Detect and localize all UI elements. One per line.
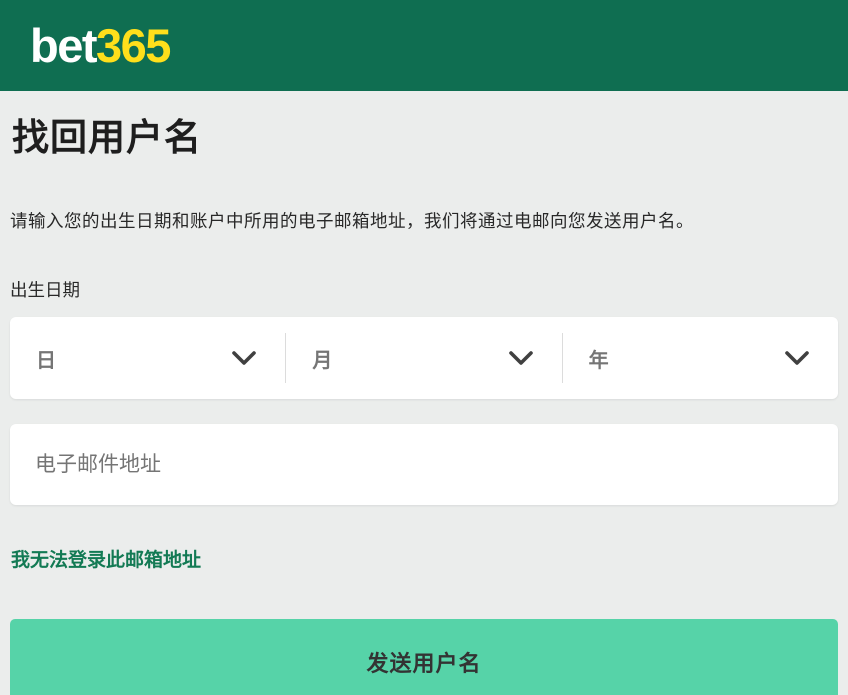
dob-label: 出生日期 [10,277,838,302]
chevron-down-icon [231,350,257,366]
logo-365-text: 365 [96,19,170,72]
cannot-access-email-link[interactable]: 我无法登录此邮箱地址 [11,545,201,572]
instruction-text: 请输入您的出生日期和账户中所用的电子邮箱地址，我们将通过电邮向您发送用户名。 [10,208,838,233]
logo-bet-text: bet [30,19,96,72]
find-username-form: 找回用户名 请输入您的出生日期和账户中所用的电子邮箱地址，我们将通过电邮向您发送… [0,107,848,695]
dob-month-value: 月 [312,344,332,373]
dob-year-select[interactable]: 年 [563,317,838,399]
dob-month-select[interactable]: 月 [286,317,561,399]
email-input[interactable] [10,424,838,505]
send-username-button[interactable]: 发送用户名 [10,619,838,695]
bet365-logo[interactable]: bet365 [30,22,170,69]
chevron-down-icon [784,350,810,366]
header-bar: bet365 [0,0,848,91]
dob-year-value: 年 [589,344,609,373]
dob-day-value: 日 [36,344,56,373]
chevron-down-icon [508,350,534,366]
email-field-container [10,424,838,505]
dob-select-row: 日 月 年 [10,317,838,399]
dob-day-select[interactable]: 日 [10,317,285,399]
page-title: 找回用户名 [12,107,836,161]
